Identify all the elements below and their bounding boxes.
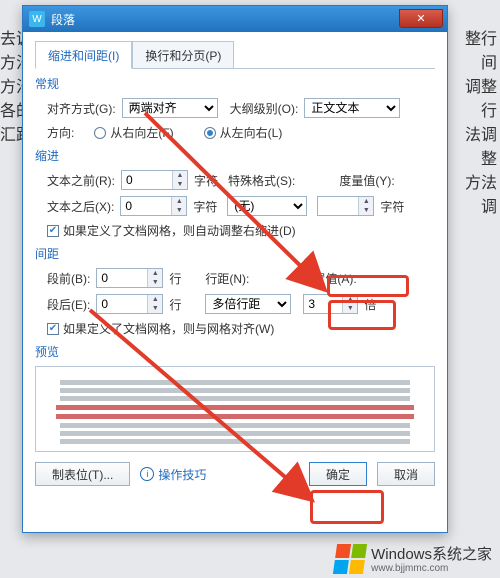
align-select[interactable]: 两端对齐 <box>122 98 218 118</box>
app-icon: W <box>29 11 45 27</box>
spinner-down-icon[interactable]: ▼ <box>148 278 162 287</box>
measure-unit: 字符 <box>380 198 404 215</box>
special-format-select[interactable]: (无) <box>227 196 307 216</box>
tab-strip: 缩进和间距(I) 换行和分页(P) <box>35 40 435 69</box>
spinner-down-icon[interactable]: ▼ <box>343 304 357 313</box>
preview-box <box>35 366 435 452</box>
section-general-title: 常规 <box>35 75 435 92</box>
spacing-grid-checkbox[interactable]: ✔ 如果定义了文档网格，则与网格对齐(W) <box>47 320 274 337</box>
paragraph-dialog: W 段落 ✕ 缩进和间距(I) 换行和分页(P) 常规 对齐方式(G): 两端对… <box>22 5 448 533</box>
tips-link[interactable]: i 操作技巧 <box>140 466 206 483</box>
watermark: Windows系统之家 www.bjjmmc.com <box>335 543 492 574</box>
titlebar[interactable]: W 段落 ✕ <box>23 6 447 32</box>
spacing-after-spinner[interactable]: ▲▼ <box>96 294 163 314</box>
dialog-footer: 制表位(T)... i 操作技巧 确定 取消 <box>35 462 435 486</box>
setvalue-unit: 倍 <box>364 296 376 313</box>
tabstops-button[interactable]: 制表位(T)... <box>35 462 130 486</box>
setvalue-spinner[interactable]: ▲▼ <box>303 294 358 314</box>
spacing-before-unit: 行 <box>169 270 181 287</box>
indent-after-value[interactable] <box>121 197 171 215</box>
spacing-after-label: 段后(E): <box>47 296 90 313</box>
radio-icon <box>204 127 216 139</box>
linespacing-select[interactable]: 多倍行距 <box>205 294 291 314</box>
checkbox-icon: ✔ <box>47 225 59 237</box>
windows-logo-icon <box>333 544 367 574</box>
spinner-down-icon[interactable]: ▼ <box>172 206 186 215</box>
indent-after-spinner[interactable]: ▲▼ <box>120 196 187 216</box>
spacing-after-unit: 行 <box>169 296 181 313</box>
close-button[interactable]: ✕ <box>399 9 443 28</box>
info-icon: i <box>140 467 154 481</box>
spinner-up-icon[interactable]: ▲ <box>148 269 162 278</box>
special-label: 特殊格式(S): <box>228 172 295 189</box>
measure-value[interactable] <box>318 197 358 215</box>
linespacing-label: 行距(N): <box>205 270 249 287</box>
setvalue-label: 设置值(A): <box>301 270 356 287</box>
direction-label: 方向: <box>47 124 74 141</box>
spacing-before-value[interactable] <box>97 269 147 287</box>
indent-before-unit: 字符 <box>194 172 218 189</box>
setvalue-input[interactable] <box>304 295 342 313</box>
direction-rtl-radio[interactable]: 从右向左(F) <box>94 124 173 141</box>
outline-select[interactable]: 正文文本 <box>304 98 400 118</box>
spinner-up-icon[interactable]: ▲ <box>173 171 187 180</box>
checkbox-icon: ✔ <box>47 323 59 335</box>
dialog-title: 段落 <box>51 11 447 28</box>
indent-grid-checkbox[interactable]: ✔ 如果定义了文档网格，则自动调整右缩进(D) <box>47 222 296 239</box>
indent-before-label: 文本之前(R): <box>47 172 115 189</box>
spinner-down-icon[interactable]: ▼ <box>173 180 187 189</box>
background-text-right: 整行间调整行法调整方法调 <box>457 28 497 220</box>
measure-spinner[interactable]: ▲▼ <box>317 196 374 216</box>
indent-before-spinner[interactable]: ▲▼ <box>121 170 188 190</box>
spinner-up-icon[interactable]: ▲ <box>359 197 373 206</box>
spacing-before-label: 段前(B): <box>47 270 90 287</box>
section-spacing-title: 间距 <box>35 245 435 262</box>
section-indent-title: 缩进 <box>35 147 435 164</box>
cancel-button[interactable]: 取消 <box>377 462 435 486</box>
spacing-after-value[interactable] <box>97 295 147 313</box>
indent-after-label: 文本之后(X): <box>47 198 114 215</box>
outline-label: 大纲级别(O): <box>230 100 299 117</box>
watermark-text: Windows系统之家 <box>371 546 492 563</box>
spinner-up-icon[interactable]: ▲ <box>172 197 186 206</box>
spacing-before-spinner[interactable]: ▲▼ <box>96 268 163 288</box>
spinner-down-icon[interactable]: ▼ <box>148 304 162 313</box>
align-label: 对齐方式(G): <box>47 100 116 117</box>
indent-before-value[interactable] <box>122 171 172 189</box>
direction-ltr-radio[interactable]: 从左向右(L) <box>204 124 283 141</box>
section-preview-title: 预览 <box>35 343 435 360</box>
ok-button[interactable]: 确定 <box>309 462 367 486</box>
spinner-up-icon[interactable]: ▲ <box>343 295 357 304</box>
radio-icon <box>94 127 106 139</box>
watermark-url: www.bjjmmc.com <box>371 564 492 574</box>
tab-indent-spacing[interactable]: 缩进和间距(I) <box>35 41 132 69</box>
spinner-down-icon[interactable]: ▼ <box>359 206 373 215</box>
tab-pagination[interactable]: 换行和分页(P) <box>132 41 234 69</box>
indent-after-unit: 字符 <box>193 198 217 215</box>
measure-label: 度量值(Y): <box>339 172 394 189</box>
spinner-up-icon[interactable]: ▲ <box>148 295 162 304</box>
